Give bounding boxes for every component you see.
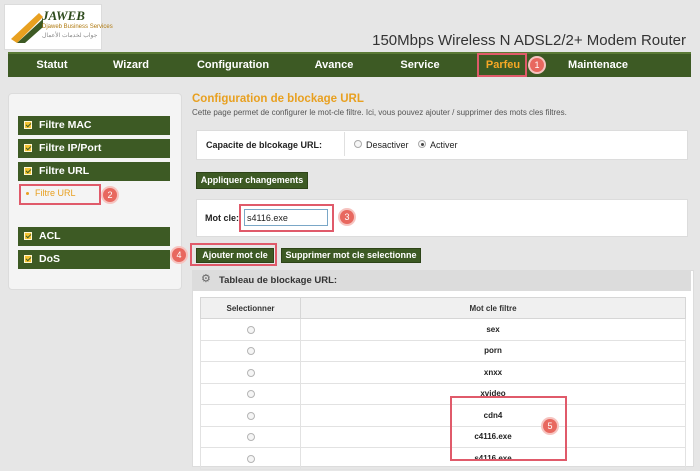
select-cell	[200, 318, 301, 341]
keyword-cell: sex	[300, 318, 686, 341]
table-row: sex	[200, 318, 686, 341]
logo-arabic: جواب لخدمات الأعمال	[42, 33, 98, 39]
annotation-badge-1: 1	[530, 58, 544, 72]
row-select-radio[interactable]	[246, 411, 255, 420]
capability-label: Capacite de blcokage URL:	[206, 140, 323, 150]
annotation-badge-3: 3	[340, 210, 354, 224]
sidebar-item-label: DoS	[39, 253, 60, 265]
annotation-box-filtre-url	[19, 184, 101, 205]
sidebar-item-label: ACL	[39, 230, 61, 242]
table-row: porn	[200, 339, 686, 362]
radio-activer[interactable]	[418, 140, 426, 148]
delete-selected-keyword-button[interactable]: Supprimer mot cle selectionne	[281, 248, 421, 263]
annotation-badge-2: 2	[103, 188, 117, 202]
annotation-box-parfeu	[477, 53, 527, 77]
table-row: xnxx	[200, 361, 686, 384]
sidebar-item-filtre-url[interactable]: Filtre URL	[18, 162, 170, 181]
checkbox-icon	[24, 255, 32, 263]
divider	[344, 132, 345, 156]
sidebar-item-label: Filtre MAC	[39, 119, 92, 131]
table-row: xvideo	[200, 382, 686, 405]
sidebar-item-dos[interactable]: DoS	[18, 250, 170, 269]
checkbox-icon	[24, 232, 32, 240]
nav-maintenace[interactable]: Maintenace	[560, 54, 636, 77]
table-title: Tableau de blockage URL:	[219, 275, 338, 286]
keyword-cell: porn	[300, 339, 686, 362]
nav-configuration[interactable]: Configuration	[190, 54, 276, 77]
nav-service[interactable]: Service	[392, 54, 448, 77]
select-cell	[200, 382, 301, 405]
annotation-badge-5: 5	[543, 419, 557, 433]
keyword-cell: xnxx	[300, 361, 686, 384]
checkbox-icon	[24, 121, 32, 129]
select-cell	[200, 339, 301, 362]
row-select-radio[interactable]	[246, 347, 255, 356]
nav-wizard[interactable]: Wizard	[106, 54, 156, 77]
row-select-radio[interactable]	[246, 325, 255, 334]
gear-icon: ⚙	[201, 273, 211, 285]
annotation-box-add	[190, 243, 277, 266]
column-header-select: Selectionner	[200, 297, 301, 319]
table-row: c4116.exe	[200, 425, 686, 448]
table-row: s4116.exe	[200, 447, 686, 470]
router-title: 150Mbps Wireless N ADSL2/2+ Modem Router	[372, 32, 686, 49]
sidebar-item-filtre-ip-port[interactable]: Filtre IP/Port	[18, 139, 170, 158]
select-cell	[200, 404, 301, 427]
sidebar-item-label: Filtre URL	[39, 165, 90, 177]
logo-tagline: Djaweb Business Services	[42, 24, 113, 30]
select-cell	[200, 447, 301, 470]
logo-mark-icon	[11, 13, 43, 43]
checkbox-icon	[24, 167, 32, 175]
page-description: Cette page permet de configurer le mot-c…	[192, 108, 567, 117]
column-header-keyword: Mot cle filtre	[300, 297, 686, 319]
keyword-label: Mot cle:	[205, 213, 240, 223]
radio-desactiver[interactable]	[354, 140, 362, 148]
row-select-radio[interactable]	[246, 433, 255, 442]
nav-avance[interactable]: Avance	[308, 54, 360, 77]
page-title: Configuration de blockage URL	[192, 93, 364, 105]
annotation-badge-4: 4	[172, 248, 186, 262]
logo-name: JAWEB	[42, 8, 85, 23]
apply-changes-button[interactable]: Appliquer changements	[196, 172, 308, 189]
sidebar-item-acl[interactable]: ACL	[18, 227, 170, 246]
row-select-radio[interactable]	[246, 368, 255, 377]
sidebar-item-label: Filtre IP/Port	[39, 142, 102, 154]
table-header-row: Selectionner Mot cle filtre	[200, 297, 686, 319]
row-select-radio[interactable]	[246, 454, 255, 463]
nav-statut[interactable]: Statut	[28, 54, 76, 77]
checkbox-icon	[24, 144, 32, 152]
annotation-box-keyword	[239, 204, 334, 232]
sidebar-item-filtre-mac[interactable]: Filtre MAC	[18, 116, 170, 135]
row-select-radio[interactable]	[246, 390, 255, 399]
radio-desactiver-label: Desactiver	[366, 140, 409, 150]
radio-activer-label: Activer	[430, 140, 458, 150]
url-block-table: Selectionner Mot cle filtre sex porn xnx…	[200, 297, 686, 470]
select-cell	[200, 361, 301, 384]
table-row: cdn4	[200, 404, 686, 427]
top-nav: Statut Wizard Configuration Avance Servi…	[8, 52, 691, 77]
select-cell	[200, 425, 301, 448]
